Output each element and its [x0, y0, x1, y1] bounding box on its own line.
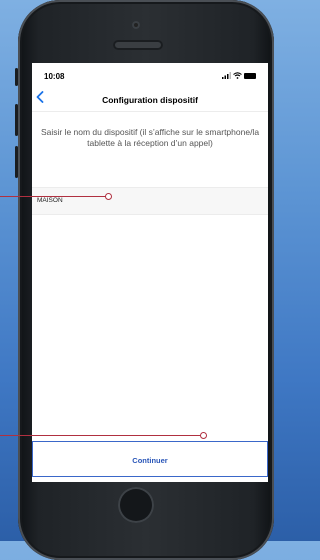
page-title: Configuration dispositif	[102, 95, 198, 105]
continue-button[interactable]: Continuer	[32, 441, 268, 477]
mute-switch	[15, 68, 18, 86]
callout-dot-continue	[200, 432, 207, 439]
status-indicators	[222, 72, 256, 79]
status-time: 10:08	[44, 72, 65, 81]
camera-icon	[132, 21, 140, 29]
nav-bar: Configuration dispositif	[32, 87, 268, 112]
wifi-icon	[233, 72, 242, 79]
phone-screen: 10:08 Configuration dispositif Saisir le…	[32, 63, 268, 482]
volume-up-button	[15, 104, 18, 136]
callout-line-name-field	[0, 196, 107, 197]
signal-icon	[222, 72, 231, 79]
instruction-text: Saisir le nom du dispositif (il s’affich…	[40, 127, 260, 148]
device-name-field[interactable]: MAISON	[32, 187, 268, 215]
callout-dot-name-field	[105, 193, 112, 200]
callout-line-continue	[0, 435, 202, 436]
continue-button-label: Continuer	[132, 456, 168, 465]
battery-icon	[244, 72, 256, 79]
volume-down-button	[15, 146, 18, 178]
home-button[interactable]	[118, 487, 154, 523]
speaker-grille	[113, 40, 163, 50]
status-bar: 10:08	[32, 63, 268, 85]
device-name-value[interactable]: MAISON	[37, 197, 63, 204]
